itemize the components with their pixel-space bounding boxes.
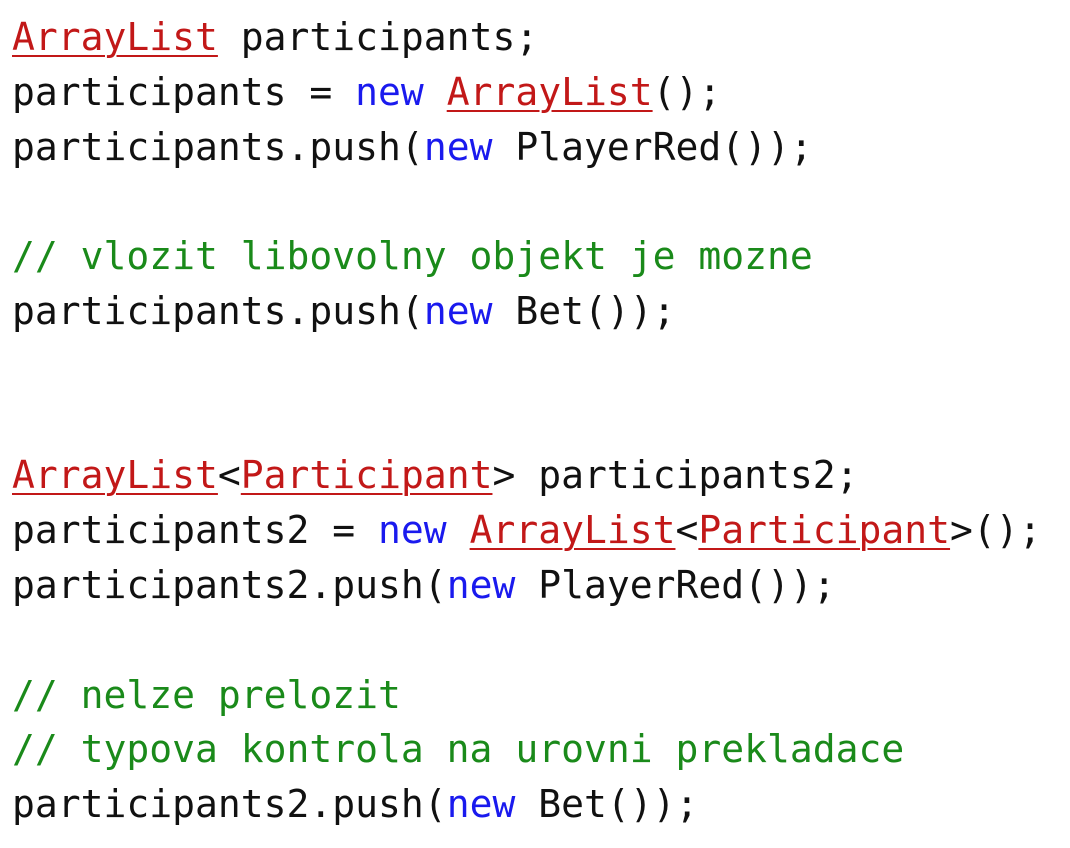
code-text: > participants2;: [492, 453, 859, 498]
code-line: participants2.push(new Bet());: [12, 781, 698, 827]
keyword-new: new: [446, 563, 516, 607]
code-comment: // vlozit libovolny objekt je mozne: [12, 234, 813, 279]
code-listing: ArrayList participants; participants = ne…: [0, 0, 1070, 848]
type-name: ArrayList: [446, 69, 653, 114]
keyword-new: new: [378, 508, 447, 553]
code-comment: // nelze prelozit: [12, 672, 401, 717]
code-text: <: [675, 508, 699, 553]
type-name: ArrayList: [469, 508, 676, 553]
code-line: ArrayList participants;: [12, 14, 538, 60]
code-line: participants = new ArrayList();: [12, 69, 721, 115]
code-line: participants.push(new Bet());: [12, 288, 675, 334]
code-text: participants2.push(: [12, 782, 447, 827]
type-name: Participant: [240, 453, 493, 498]
keyword-new: new: [446, 782, 516, 827]
code-text: PlayerRed());: [492, 124, 813, 169]
code-text: participants2.push(: [12, 563, 447, 607]
keyword-new: new: [423, 124, 493, 169]
code-line: participants.push(new PlayerRed());: [12, 124, 813, 170]
code-text: Bet());: [492, 289, 676, 333]
keyword-new: new: [423, 289, 493, 333]
code-text: <: [217, 453, 241, 498]
type-name: ArrayList: [12, 15, 218, 59]
code-text: participants.push(: [12, 289, 424, 333]
code-line: participants2 = new ArrayList<Participan…: [12, 507, 1042, 553]
code-text: ();: [652, 69, 722, 114]
code-text: Bet());: [515, 782, 699, 827]
code-text: participants;: [217, 15, 539, 59]
code-text: participants2 =: [12, 508, 379, 553]
code-line: // typova kontrola na urovni prekladace: [12, 726, 904, 772]
code-text: participants =: [12, 69, 356, 114]
code-line: participants2.push(new PlayerRed());: [12, 562, 836, 608]
type-name: ArrayList: [12, 453, 218, 498]
code-line: // vlozit libovolny objekt je mozne: [12, 233, 813, 279]
code-line: // nelze prelozit: [12, 672, 401, 718]
type-name: Participant: [698, 508, 951, 553]
code-text: participants.push(: [12, 124, 424, 169]
code-text: >();: [950, 508, 1042, 553]
code-text: PlayerRed());: [515, 563, 836, 607]
keyword-new: new: [355, 69, 424, 114]
code-comment: // typova kontrola na urovni prekladace: [12, 727, 905, 772]
code-line: ArrayList<Participant> participants2;: [12, 452, 859, 498]
